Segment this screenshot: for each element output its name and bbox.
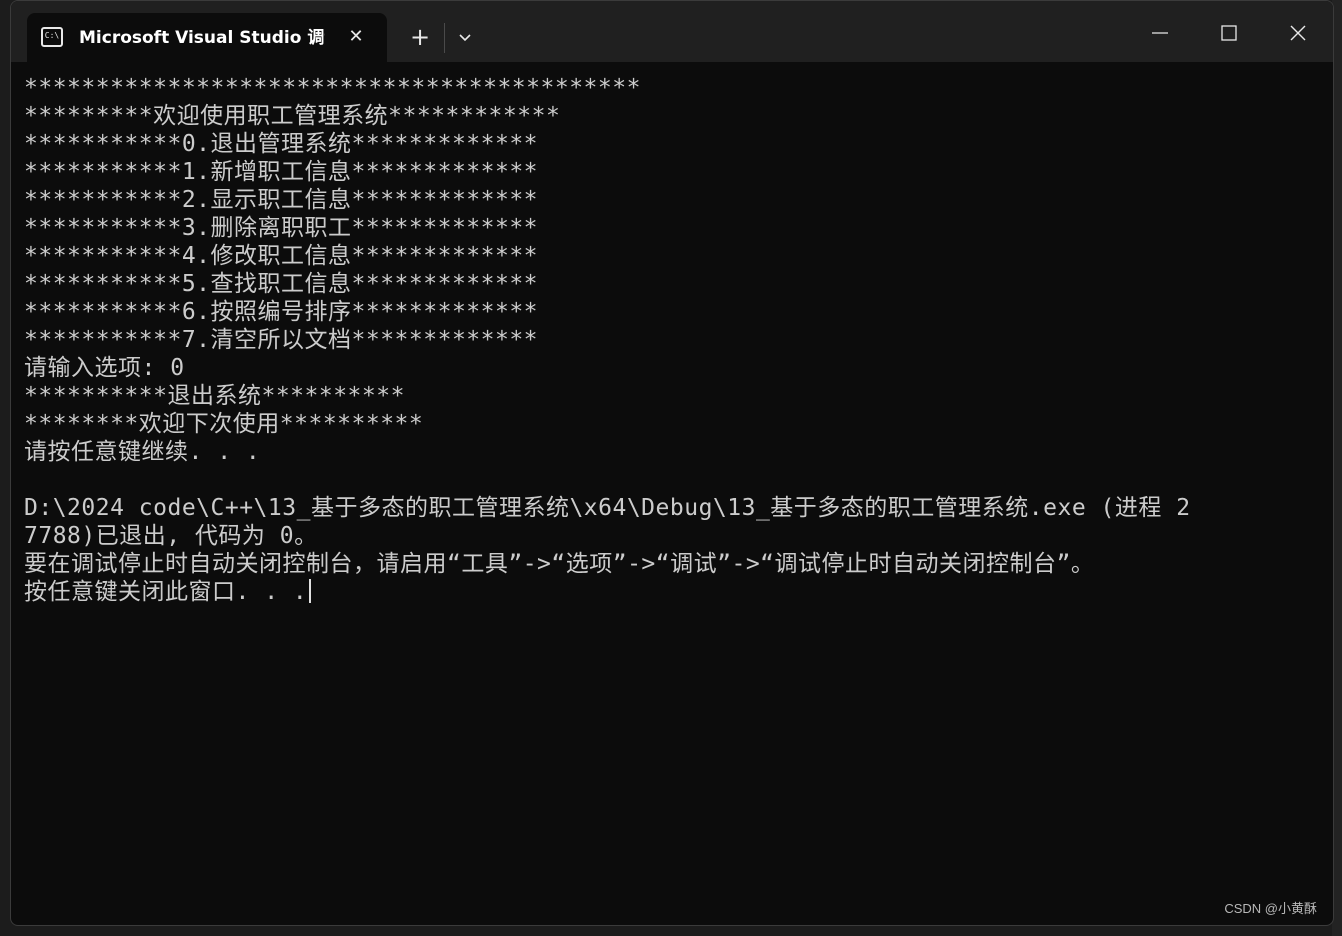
watermark: CSDN @小黄酥 bbox=[1224, 901, 1317, 916]
text-cursor bbox=[309, 579, 312, 603]
console-last-line: 按任意键关闭此窗口. . . bbox=[24, 578, 1324, 606]
tab-divider bbox=[444, 23, 445, 53]
tab-debug-console[interactable]: C:\ Microsoft Visual Studio 调试控制台 ✕ bbox=[27, 13, 387, 62]
console-line: D:\2024 code\C++\13_基于多态的职工管理系统\x64\Debu… bbox=[24, 495, 1191, 521]
tab-title: Microsoft Visual Studio 调试控制台 bbox=[79, 28, 325, 48]
console-line: ***********2.显示职工信息************* bbox=[24, 187, 539, 213]
close-window-button[interactable] bbox=[1275, 17, 1321, 49]
console-output[interactable]: ****************************************… bbox=[24, 74, 1324, 914]
title-bar: C:\ Microsoft Visual Studio 调试控制台 ✕ + bbox=[11, 1, 1333, 62]
close-icon bbox=[1290, 25, 1306, 41]
console-line: *********欢迎使用职工管理系统************ bbox=[24, 103, 561, 129]
console-icon: C:\ bbox=[41, 27, 63, 47]
close-tab-button[interactable]: ✕ bbox=[343, 24, 369, 50]
new-tab-button[interactable]: + bbox=[404, 23, 436, 53]
console-line: ***********5.查找职工信息************* bbox=[24, 271, 539, 297]
console-line: ***********0.退出管理系统************* bbox=[24, 131, 539, 157]
console-line: 请按任意键继续. . . bbox=[24, 439, 261, 465]
console-line: ****************************************… bbox=[24, 75, 641, 101]
console-line: 7788)已退出, 代码为 0。 bbox=[24, 523, 318, 549]
console-line: ********欢迎下次使用********** bbox=[24, 411, 424, 437]
console-line: ***********4.修改职工信息************* bbox=[24, 243, 539, 269]
maximize-button[interactable] bbox=[1206, 17, 1252, 49]
terminal-window: C:\ Microsoft Visual Studio 调试控制台 ✕ + bbox=[10, 0, 1334, 926]
minimize-icon bbox=[1152, 32, 1168, 34]
tab-dropdown-button[interactable] bbox=[451, 25, 479, 51]
console-line: 请输入选项: 0 bbox=[24, 355, 185, 381]
maximize-icon bbox=[1221, 25, 1237, 41]
console-line: 要在调试停止时自动关闭控制台，请启用“工具”->“选项”->“调试”->“调试停… bbox=[24, 551, 1095, 577]
console-line: **********退出系统********** bbox=[24, 383, 405, 409]
console-line: ***********1.新增职工信息************* bbox=[24, 159, 539, 185]
console-line: ***********7.清空所以文档************* bbox=[24, 327, 539, 353]
minimize-button[interactable] bbox=[1137, 17, 1183, 49]
console-line-text: 按任意键关闭此窗口. . . bbox=[24, 579, 308, 605]
console-line: ***********3.删除离职职工************* bbox=[24, 215, 539, 241]
console-line: ***********6.按照编号排序************* bbox=[24, 299, 539, 325]
chevron-down-icon bbox=[459, 34, 471, 42]
